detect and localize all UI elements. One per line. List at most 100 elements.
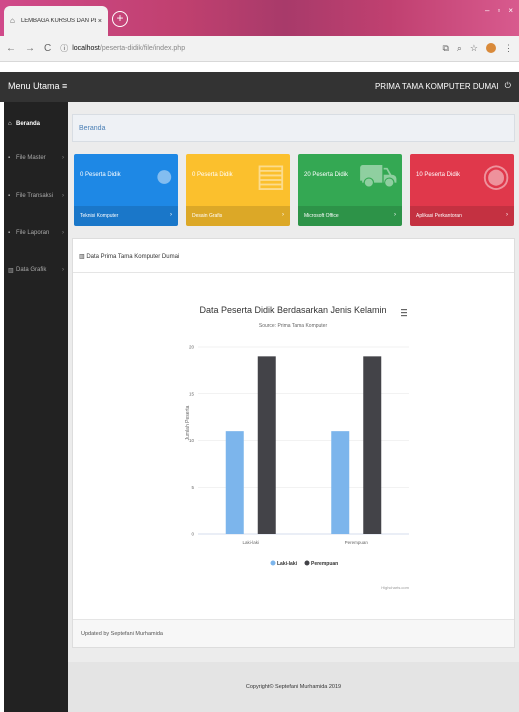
card-footer[interactable]: Desain Grafis › (186, 206, 290, 226)
bar-chart: Data Peserta Didik Berdasarkan Jenis Kel… (185, 305, 410, 590)
folder-icon: ▪ (8, 193, 11, 199)
close-tab-icon[interactable]: × (98, 18, 102, 25)
panel-heading: ▥ Data Prima Tama Komputer Dumai (73, 239, 514, 273)
bar-perempuan-laki-laki[interactable] (257, 356, 276, 534)
bar-chart-icon: ▥ (8, 267, 14, 274)
cart-icon: ⛟ (357, 157, 398, 193)
home-icon: ⌂ (8, 121, 12, 127)
card-desain-grafis[interactable]: ▤ 0 Peserta Didik Desain Grafis › (186, 154, 290, 226)
legend-label[interactable]: Laki-laki (277, 561, 298, 567)
bar-laki-laki-laki-laki[interactable] (225, 431, 244, 534)
sidebar-item-file-transaksi[interactable]: ▪ File Transaksi › (4, 189, 68, 203)
sidebar-item-file-laporan[interactable]: ▪ File Laporan › (4, 226, 68, 240)
sidebar-item-label: File Master (16, 155, 46, 161)
page-footer: Copyright© Septefani Murhamida 2019 (68, 662, 519, 712)
card-count: 20 Peserta Didik (304, 172, 349, 178)
bar-perempuan-perempuan[interactable] (363, 356, 382, 534)
card-count: 0 Peserta Didik (192, 172, 233, 178)
chart-title: Data Peserta Didik Berdasarkan Jenis Kel… (199, 305, 386, 315)
y-axis-label: Jumlah Peserta (185, 405, 191, 440)
brand-name: PRIMA TAMA KOMPUTER DUMAI (374, 81, 499, 91)
y-tick-label: 0 (191, 532, 194, 537)
chart-panel: ▥ Data Prima Tama Komputer Dumai Data Pe… (72, 238, 515, 648)
tab-title: LEMBAGA KURSUS DAN PELATI (21, 18, 96, 24)
card-count: 0 Peserta Didik (80, 172, 121, 178)
profile-avatar[interactable] (486, 43, 496, 53)
url-input[interactable]: localhost/peserta-didik/file/index.php (72, 45, 185, 52)
card-label: Desain Grafis (192, 213, 223, 219)
star-icon[interactable]: ☆ (470, 43, 478, 54)
card-label: Teknisi Komputer (80, 213, 119, 219)
chevron-right-icon: › (506, 212, 508, 218)
y-tick-label: 20 (189, 345, 195, 350)
minimize-icon[interactable]: – (485, 6, 489, 15)
y-tick-label: 5 (191, 485, 194, 490)
sidebar-item-label: File Transaksi (16, 193, 54, 199)
panel-heading-text: Data Prima Tama Komputer Dumai (86, 254, 180, 260)
reload-icon[interactable]: C (44, 43, 51, 54)
chevron-right-icon: › (170, 212, 172, 218)
legend-marker[interactable] (270, 560, 276, 566)
card-footer[interactable]: Teknisi Komputer › (74, 206, 178, 226)
address-bar: ← → C ⓘ localhost/peserta-didik/file/ind… (0, 36, 519, 62)
chart-subtitle: Source: Prima Tama Komputer (259, 323, 328, 329)
address-actions: ⧉ ⌕ ☆ ⋮ (442, 43, 513, 54)
chevron-right-icon: › (62, 267, 64, 273)
sidebar-item-data-grafik[interactable]: ▥ Data Grafik › (4, 263, 68, 277)
sidebar: ⌂ Beranda ▪ File Master › ▪ File Transak… (4, 102, 68, 712)
brand: PRIMA TAMA KOMPUTER DUMAI ⏻ (375, 81, 511, 91)
home-icon: ⌂ (10, 16, 15, 25)
info-icon[interactable]: ⓘ (60, 43, 68, 54)
zoom-icon[interactable]: ⌕ (457, 43, 462, 54)
card-count: 10 Peserta Didik (416, 172, 461, 178)
maximize-icon[interactable]: ▫ (497, 6, 500, 15)
menu-dots-icon[interactable]: ⋮ (504, 43, 513, 54)
back-icon[interactable]: ← (6, 43, 16, 54)
card-aplikasi-perkantoran[interactable]: ◉ 10 Peserta Didik Aplikasi Perkantoran … (410, 154, 514, 226)
url-path: /peserta-didik/file/index.php (99, 45, 186, 52)
forward-icon[interactable]: → (25, 43, 35, 54)
x-tick-label: Laki-laki (242, 540, 259, 545)
bar-laki-laki-perempuan[interactable] (331, 431, 350, 534)
sidebar-item-label: Data Grafik (16, 267, 47, 273)
y-tick-label: 15 (189, 391, 195, 396)
legend-marker[interactable] (304, 560, 310, 566)
card-footer[interactable]: Microsoft Office › (298, 206, 402, 226)
panel-footer: Updated by Septefani Murhamida (73, 619, 514, 647)
sidebar-item-label: File Laporan (16, 230, 50, 236)
browser-tab[interactable]: ⌂ LEMBAGA KURSUS DAN PELATI × (4, 6, 108, 36)
card-footer[interactable]: Aplikasi Perkantoran › (410, 206, 514, 226)
card-label: Aplikasi Perkantoran (416, 213, 462, 219)
sidebar-item-file-master[interactable]: ▪ File Master › (4, 151, 68, 165)
browser-tab-bar: ⌂ LEMBAGA KURSUS DAN PELATI × + – ▫ × (0, 0, 519, 36)
brush-icon: ▤ (255, 157, 286, 193)
main-content: Beranda ● 0 Peserta Didik Teknisi Komput… (68, 102, 519, 712)
close-window-icon[interactable]: × (508, 6, 513, 15)
chevron-right-icon: › (282, 212, 284, 218)
folder-icon: ▪ (8, 230, 11, 236)
app-header: Menu Utama ≡ PRIMA TAMA KOMPUTER DUMAI ⏻ (0, 72, 519, 102)
card-microsoft-office[interactable]: ⛟ 20 Peserta Didik Microsoft Office › (298, 154, 402, 226)
menu-title[interactable]: Menu Utama ≡ (8, 81, 67, 91)
power-icon[interactable]: ⏻ (505, 81, 511, 91)
legend-label[interactable]: Perempuan (311, 561, 338, 567)
translate-icon[interactable]: ⧉ (442, 43, 448, 54)
window-controls: – ▫ × (485, 6, 513, 15)
url-host: localhost (72, 45, 100, 52)
chart-credits[interactable]: Highcharts.com (381, 585, 409, 590)
new-tab-button[interactable]: + (112, 11, 128, 27)
x-tick-label: Perempuan (345, 540, 369, 545)
chevron-right-icon: › (62, 193, 64, 199)
chart-menu-icon[interactable] (401, 309, 407, 317)
lifebuoy-icon: ◉ (482, 157, 510, 193)
chevron-right-icon: › (62, 155, 64, 161)
card-label: Microsoft Office (304, 213, 339, 219)
card-teknisi-komputer[interactable]: ● 0 Peserta Didik Teknisi Komputer › (74, 154, 178, 226)
folder-icon: ▪ (8, 155, 11, 161)
breadcrumb[interactable]: Beranda (72, 114, 515, 142)
chevron-right-icon: › (394, 212, 396, 218)
bar-chart-icon: ▥ (79, 254, 85, 260)
chevron-right-icon: › (62, 230, 64, 236)
sidebar-item-label: Beranda (16, 121, 41, 127)
sidebar-item-beranda[interactable]: ⌂ Beranda (4, 117, 68, 131)
